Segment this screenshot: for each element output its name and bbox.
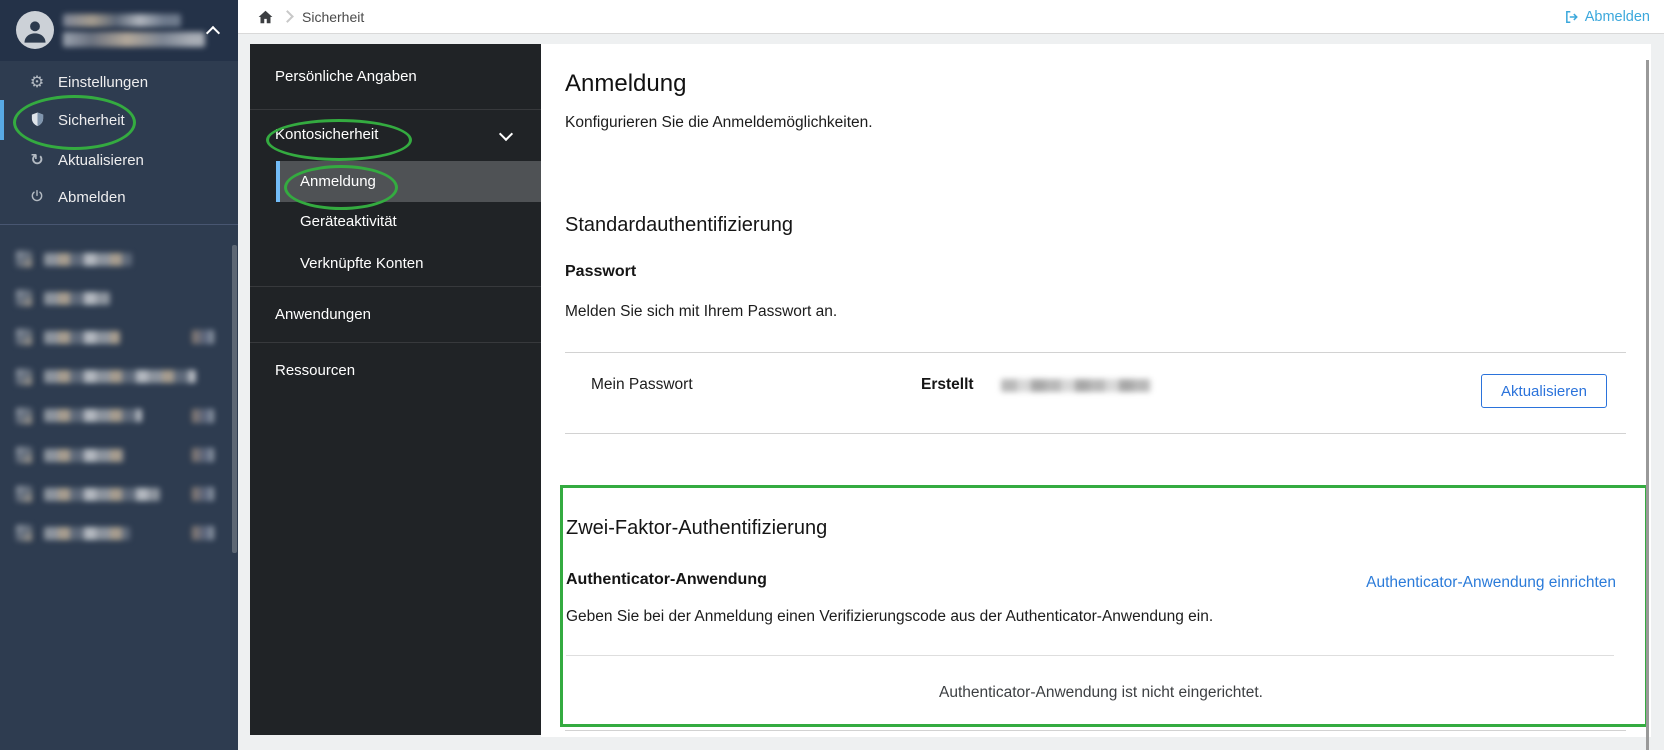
blurred-badge [192,526,214,540]
account-nav: Persönliche Angaben Kontosicherheit Anme… [250,44,541,735]
sidebar-blurred-item[interactable] [0,283,238,313]
user-realm-blurred [63,32,205,47]
blurred-label [44,331,120,344]
blurred-badge [192,487,214,501]
page-subtitle: Konfigurieren Sie die Anmeldemöglichkeit… [565,114,873,132]
sidebar-blurred-item[interactable] [0,401,238,431]
app-window: ⚙ Einstellungen Sicherheit ↻ Aktualisier… [0,0,1664,750]
top-bar: Sicherheit Abmelden [238,0,1664,34]
sidebar-blurred-item[interactable] [0,479,238,509]
user-name-blurred [63,14,181,27]
sidebar-item-label: Aktualisieren [58,152,144,169]
blurred-label [44,253,132,266]
sidebar-divider [0,224,238,225]
blurred-icon [16,408,32,424]
blurred-icon [16,290,32,306]
nav-item-ressourcen[interactable]: Ressourcen [250,342,541,398]
created-label: Erstellt [921,376,974,394]
blurred-label [44,449,124,462]
blurred-label [44,488,160,501]
blurred-label [44,409,142,422]
blurred-icon [16,329,32,345]
update-password-button[interactable]: Aktualisieren [1481,374,1607,408]
nav-item-label: Geräteaktivität [300,213,397,230]
blurred-icon [16,369,32,385]
blurred-label [44,292,110,305]
created-date-blurred [1001,379,1151,392]
sidebar-blurred-item[interactable] [0,440,238,470]
blurred-badge [192,330,214,344]
sidebar-blurred-item[interactable] [0,244,238,274]
chevron-down-icon [499,127,513,141]
breadcrumb-current[interactable]: Sicherheit [302,9,364,25]
gear-icon: ⚙ [26,74,48,90]
sidebar-item-einstellungen[interactable]: ⚙ Einstellungen [0,66,238,98]
logout-link[interactable]: Abmelden [1564,0,1650,33]
nav-item-verknuepfte-konten[interactable]: Verknüpfte Konten [250,240,541,286]
sidebar-item-label: Einstellungen [58,74,148,91]
shield-icon [26,111,48,130]
nav-item-persoenliche-angaben[interactable]: Persönliche Angaben [250,44,541,109]
blurred-label [44,527,130,540]
app-sidebar: ⚙ Einstellungen Sicherheit ↻ Aktualisier… [0,0,238,750]
power-icon [26,189,48,206]
password-item-desc: Melden Sie sich mit Ihrem Passwort an. [565,303,837,321]
nav-item-label: Persönliche Angaben [275,68,417,85]
password-item-title: Passwort [565,263,636,281]
sidebar-blurred-item[interactable] [0,362,238,392]
logout-label: Abmelden [1585,9,1650,25]
nav-item-anwendungen[interactable]: Anwendungen [250,286,541,342]
setup-authenticator-link[interactable]: Authenticator-Anwendung einrichten [1366,574,1616,592]
chevron-up-icon [206,26,220,40]
blurred-badge [192,448,214,462]
blurred-badge [192,409,214,423]
blurred-icon [16,251,32,267]
nav-item-kontosicherheit[interactable]: Kontosicherheit [250,109,541,159]
blurred-icon [16,447,32,463]
refresh-icon: ↻ [26,152,48,168]
blurred-icon [16,486,32,502]
sidebar-item-sicherheit[interactable]: Sicherheit [0,100,242,140]
nav-item-label: Verknüpfte Konten [300,255,423,272]
avatar [16,11,54,49]
home-icon[interactable] [258,10,273,24]
divider [565,433,1626,434]
basic-auth-title: Standardauthentifizierung [565,214,793,237]
sidebar-item-abmelden[interactable]: Abmelden [0,181,238,213]
nav-item-geraeteaktivitaet[interactable]: Geräteaktivität [250,202,541,240]
blurred-icon [16,525,32,541]
sidebar-item-label: Sicherheit [58,112,125,129]
sign-out-icon [1564,10,1579,24]
sidebar-blurred-item[interactable] [0,518,238,548]
divider [565,730,1626,731]
divider [565,352,1626,353]
sidebar-blurred-item[interactable] [0,322,238,352]
sidebar-item-aktualisieren[interactable]: ↻ Aktualisieren [0,144,238,176]
two-factor-title: Zwei-Faktor-Authentifizierung [566,517,827,540]
my-password-label: Mein Passwort [591,376,693,394]
nav-item-label: Anmeldung [300,173,376,190]
nav-item-anmeldung[interactable]: Anmeldung [276,161,541,202]
sidebar-item-label: Abmelden [58,189,126,206]
breadcrumb: Sicherheit [258,0,364,33]
sidebar-user-header[interactable] [0,0,238,61]
authenticator-item-title: Authenticator-Anwendung [566,571,767,589]
nav-item-label: Ressourcen [275,362,355,379]
nav-item-label: Kontosicherheit [275,126,378,143]
page-scrollbar[interactable] [1646,60,1649,750]
chevron-right-icon [281,10,294,23]
authenticator-item-desc: Geben Sie bei der Anmeldung einen Verifi… [566,608,1213,626]
divider [566,655,1614,656]
sidebar-scrollbar[interactable] [232,245,237,553]
page-title: Anmeldung [565,70,686,98]
authenticator-empty-note: Authenticator-Anwendung ist nicht einger… [560,684,1642,702]
user-icon [21,16,49,46]
blurred-label [44,370,196,383]
nav-item-label: Anwendungen [275,306,371,323]
